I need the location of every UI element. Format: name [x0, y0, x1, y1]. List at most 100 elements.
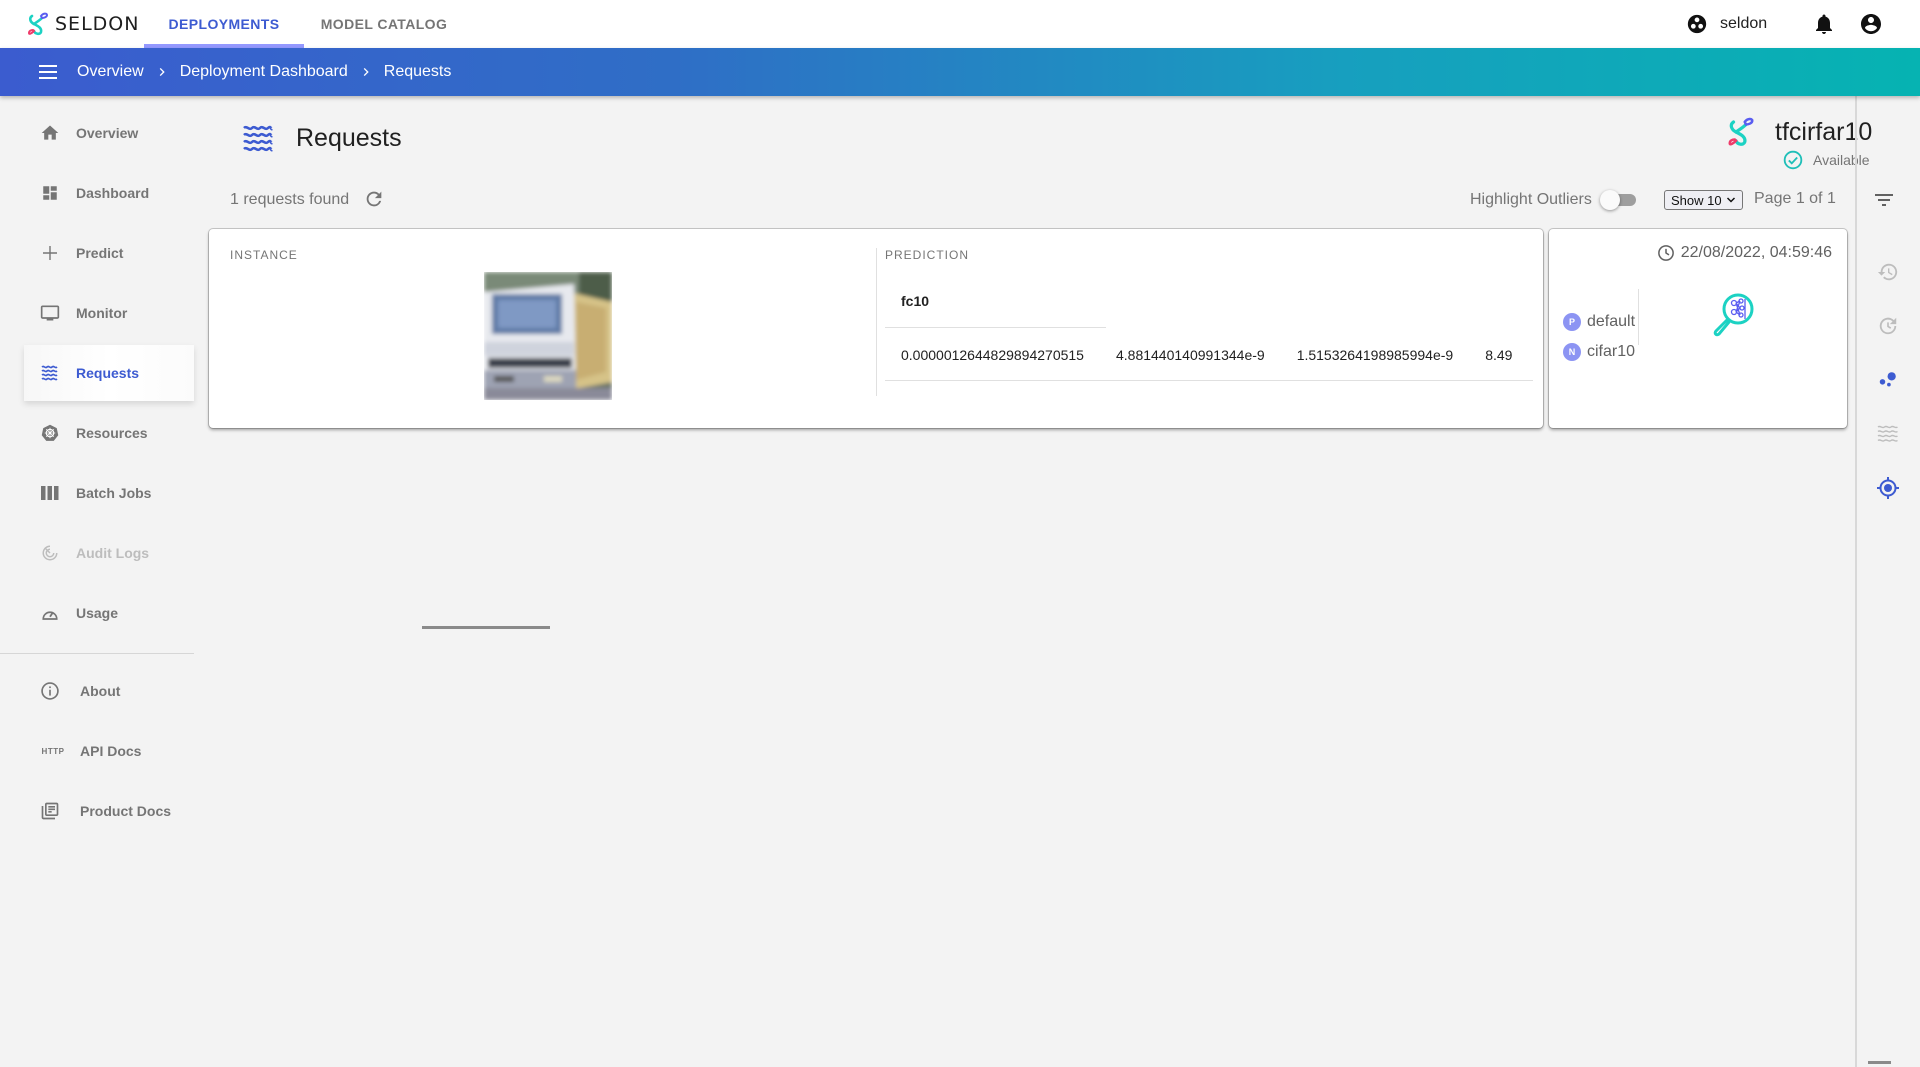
breadcrumb-bar: Overview Deployment Dashboard Requests [0, 48, 1920, 96]
toggle-thumb [1599, 190, 1620, 210]
rail-scatter-button[interactable] [1876, 368, 1900, 392]
tab-model-catalog[interactable]: MODEL CATALOG [304, 0, 464, 48]
timestamp-text: 22/08/2022, 04:59:46 [1680, 244, 1832, 261]
highlight-outliers-label: Highlight Outliers [1470, 191, 1592, 208]
sidebar-item-about[interactable]: About [24, 663, 194, 719]
instance-image [484, 272, 612, 400]
info-icon [40, 681, 60, 701]
meta-divider [1638, 289, 1639, 345]
chip-label: cifar10 [1587, 343, 1636, 360]
plus-icon [40, 243, 60, 263]
sidebar-item-requests[interactable]: Requests [24, 345, 194, 401]
clock-icon [1657, 245, 1674, 261]
chip-label: default [1587, 313, 1636, 330]
status-text: Available [1813, 152, 1870, 168]
sidebar-item-dashboard[interactable]: Dashboard [24, 165, 194, 221]
sidebar-item-label: API Docs [80, 743, 142, 759]
sidebar-item-label: Monitor [76, 305, 128, 321]
request-card[interactable]: INSTANCE PREDICTION fc10 0.0000012644829… [209, 229, 1543, 629]
namespace-name: seldon [1720, 15, 1768, 32]
sidebar-item-predict[interactable]: Predict [24, 225, 194, 281]
explainer-search-icon [1713, 293, 1754, 337]
highlight-outliers-toggle[interactable] [1599, 189, 1638, 211]
sidebar-item-label: Dashboard [76, 185, 150, 201]
tab-model-catalog-label: MODEL CATALOG [320, 16, 448, 32]
page-size-value: Show 10 [1671, 192, 1722, 208]
sidebar-divider [0, 653, 194, 654]
rail-target-button[interactable] [1876, 476, 1900, 500]
requests-page-icon [242, 124, 274, 152]
prediction-label: PREDICTION [885, 248, 970, 262]
sidebar-item-label: Overview [76, 125, 139, 141]
request-timestamp: 22/08/2022, 04:59:46 [1657, 244, 1832, 262]
chevron-down-icon [1726, 197, 1736, 203]
sidebar-item-batch-jobs[interactable]: Batch Jobs [24, 465, 194, 521]
chip-avatar: P [1563, 313, 1581, 331]
sidebar-item-overview[interactable]: Overview [24, 105, 194, 161]
http-icon: HTTP [40, 741, 66, 761]
sidebar-item-label: Usage [76, 605, 119, 621]
target-icon [1877, 477, 1899, 499]
sidebar-item-resources[interactable]: Resources [24, 405, 194, 461]
prediction-horizontal-scrollbar[interactable] [422, 626, 550, 629]
page-title: Requests [296, 124, 402, 152]
highlight-outliers-control: Highlight Outliers [1470, 186, 1638, 214]
sidebar: Overview Dashboard Predict Monitor Reque… [0, 96, 194, 1067]
seldon-logo[interactable]: SELDON [27, 11, 139, 37]
tab-deployments[interactable]: DEPLOYMENTS [144, 0, 304, 48]
dashboard-icon [40, 183, 60, 203]
top-app-bar: SELDON DEPLOYMENTS MODEL CATALOG seldon [0, 0, 1920, 48]
deployment-logo-icon [1726, 117, 1756, 147]
notifications-button[interactable] [1812, 12, 1836, 36]
refresh-clock-icon [1879, 317, 1897, 335]
sidebar-item-label: Product Docs [80, 803, 172, 819]
waves-icon [40, 363, 60, 383]
prediction-divider [876, 248, 877, 396]
audit-icon [40, 543, 60, 563]
sidebar-item-usage[interactable]: Usage [24, 585, 194, 641]
namespace-selector[interactable]: seldon [1686, 0, 1767, 48]
sidebar-item-product-docs[interactable]: Product Docs [24, 783, 194, 839]
sidebar-item-label: Predict [76, 245, 124, 261]
seldon-logo-icon [27, 12, 49, 36]
explain-button[interactable] [1707, 289, 1759, 341]
sidebar-item-api-docs[interactable]: HTTP API Docs [24, 723, 194, 779]
breadcrumb-requests[interactable]: Requests [384, 63, 452, 81]
prediction-value: 8.49 [1485, 346, 1513, 363]
right-rail-border [1855, 96, 1857, 1067]
sidebar-item-label: Batch Jobs [76, 485, 152, 501]
menu-button[interactable] [38, 62, 58, 82]
sidebar-item-label: Audit Logs [76, 545, 150, 561]
prediction-row: 0.0000012644829894270515 4.8814401409913… [885, 329, 1533, 381]
breadcrumb-overview[interactable]: Overview [77, 63, 144, 81]
account-button[interactable] [1859, 12, 1883, 36]
deployment-name: tfcirfar10 [1775, 118, 1873, 146]
breadcrumb-deployment-dashboard[interactable]: Deployment Dashboard [180, 63, 348, 81]
sidebar-item-label: About [80, 683, 121, 699]
requests-count-row: 1 requests found [230, 188, 387, 212]
prediction-value: 1.5153264198985994e-9 [1296, 346, 1454, 363]
refresh-icon [366, 191, 382, 207]
rail-resize-handle[interactable] [1868, 1061, 1891, 1064]
bell-icon [1816, 14, 1832, 34]
requests-count: 1 requests found [230, 191, 350, 208]
breadcrumb: Overview Deployment Dashboard Requests [77, 48, 451, 96]
sidebar-item-monitor[interactable]: Monitor [24, 285, 194, 341]
prediction-table[interactable]: fc10 0.0000012644829894270515 4.88144014… [885, 274, 1533, 407]
kubernetes-icon [40, 423, 60, 443]
rail-waves-button[interactable] [1876, 422, 1900, 446]
chevron-right-icon [363, 68, 369, 76]
hamburger-icon [39, 65, 57, 79]
http-icon-text: HTTP [41, 746, 65, 756]
rail-refresh-clock-button[interactable] [1876, 314, 1900, 338]
filter-button[interactable] [1872, 188, 1896, 212]
prediction-value: 4.881440140991344e-9 [1115, 346, 1265, 363]
filter-icon [1875, 194, 1893, 206]
page-size-select[interactable]: Show 10 [1664, 190, 1743, 210]
prediction-value: 0.0000012644829894270515 [901, 346, 1084, 363]
history-icon [1877, 263, 1898, 281]
rail-history-button[interactable] [1876, 260, 1900, 284]
chip-avatar: N [1563, 343, 1581, 361]
account-icon [1861, 14, 1881, 34]
refresh-button[interactable] [363, 188, 387, 212]
